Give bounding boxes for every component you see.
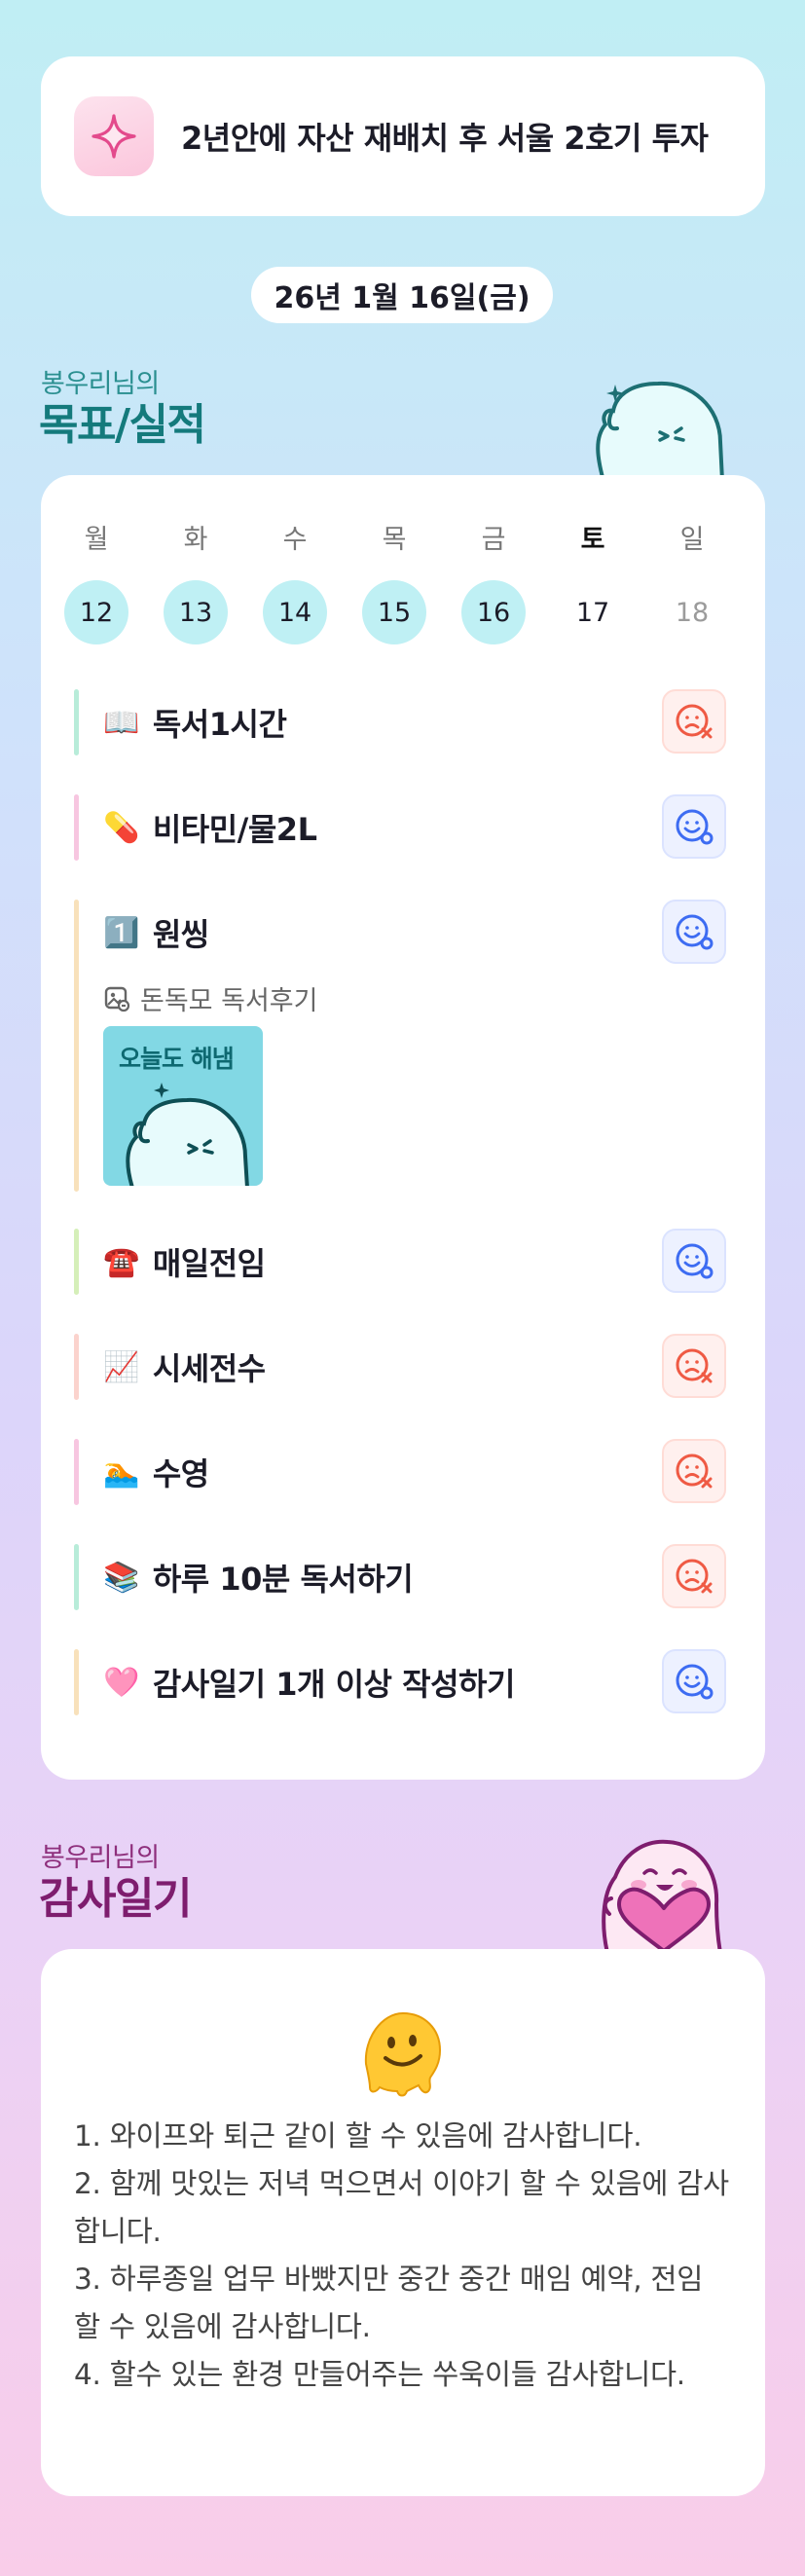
- day-label: 토: [580, 525, 605, 555]
- day-number: 14: [263, 580, 327, 644]
- day-number: 18: [675, 597, 710, 628]
- task-label: 독서1시간: [152, 706, 287, 743]
- task-label: 매일전임: [152, 1245, 266, 1282]
- goal-card[interactable]: 2년안에 자산 재배치 후 서울 2호기 투자: [41, 56, 765, 216]
- day-number: 17: [575, 597, 610, 628]
- task-item[interactable]: 📖 독서1시간: [74, 689, 726, 755]
- task-color-bar: [74, 1649, 79, 1715]
- task-emoji: 🏊: [103, 1454, 139, 1490]
- task-item[interactable]: 📚 하루 10분 독서하기: [74, 1544, 726, 1610]
- task-label: 하루 10분 독서하기: [152, 1561, 414, 1598]
- task-item[interactable]: 💊 비타민/물2L: [74, 794, 726, 861]
- day-col-wed[interactable]: 수 14: [263, 524, 327, 644]
- day-col-sat[interactable]: 토 17: [561, 524, 625, 644]
- day-label: 화: [183, 525, 208, 555]
- task-label: 비타민/물2L: [152, 811, 317, 848]
- task-item[interactable]: 1️⃣ 원씽 돈독모 독서후기 오늘도 해냄: [74, 900, 726, 1192]
- sparkle-icon: [74, 96, 154, 176]
- success-face-icon[interactable]: [662, 900, 726, 964]
- day-col-mon[interactable]: 월 12: [64, 524, 128, 644]
- task-color-bar: [74, 1544, 79, 1610]
- day-label: 수: [282, 525, 308, 555]
- fail-face-icon[interactable]: [662, 1544, 726, 1608]
- image-icon: [104, 986, 130, 1012]
- task-color-bar: [74, 794, 79, 861]
- task-title: 🏊 수영: [103, 1439, 209, 1505]
- day-col-fri[interactable]: 금 16: [461, 524, 526, 644]
- day-number: 15: [362, 580, 426, 644]
- fail-face-icon[interactable]: [662, 1334, 726, 1398]
- task-color-bar: [74, 1229, 79, 1295]
- task-title: 📖 독서1시간: [103, 689, 287, 755]
- task-emoji: 📈: [103, 1349, 139, 1384]
- task-title: 🩷 감사일기 1개 이상 작성하기: [103, 1649, 515, 1715]
- date-pill[interactable]: 26년 1월 16일(금): [251, 267, 553, 323]
- heart-ghost-mascot: [580, 1826, 736, 1951]
- task-label: 감사일기 1개 이상 작성하기: [152, 1666, 516, 1703]
- task-label: 수영: [152, 1455, 209, 1492]
- day-col-tue[interactable]: 화 13: [164, 524, 228, 644]
- task-item[interactable]: ☎️ 매일전임: [74, 1229, 726, 1295]
- task-emoji: ☎️: [103, 1244, 139, 1279]
- gratitude-card: 1. 와이프와 퇴근 같이 할 수 있음에 감사합니다. 2. 함께 맛있는 저…: [41, 1949, 765, 2496]
- task-emoji: 🩷: [103, 1665, 139, 1700]
- day-number: 16: [461, 580, 526, 644]
- day-col-sun[interactable]: 일 18: [660, 524, 724, 644]
- task-color-bar: [74, 1334, 79, 1400]
- day-number: 12: [64, 580, 128, 644]
- task-item[interactable]: 🏊 수영: [74, 1439, 726, 1505]
- subtask-label: 돈독모 독서후기: [140, 986, 318, 1016]
- success-face-icon[interactable]: [662, 1229, 726, 1293]
- task-title: 1️⃣ 원씽: [103, 900, 209, 966]
- goal-text: 2년안에 자산 재배치 후 서울 2호기 투자: [181, 120, 709, 157]
- gratitude-entry: 1. 와이프와 퇴근 같이 할 수 있음에 감사합니다.: [74, 2119, 642, 2153]
- gratitude-entry: 3. 하루종일 업무 바빴지만 중간 중간 매임 예약, 전임 할 수 있음에 …: [74, 2263, 704, 2343]
- gratitude-entry: 2. 함께 맛있는 저녁 먹으면서 이야기 할 수 있음에 감사합니다.: [74, 2167, 729, 2248]
- day-col-thu[interactable]: 목 15: [362, 524, 426, 644]
- task-title: 💊 비타민/물2L: [103, 794, 317, 861]
- task-emoji: 1️⃣: [103, 915, 139, 950]
- day-label: 일: [679, 525, 705, 555]
- success-face-icon[interactable]: [662, 1649, 726, 1713]
- day-label: 목: [382, 525, 407, 555]
- ghost-illustration: [126, 1083, 249, 1186]
- gratitude-section-title: 감사일기: [39, 1874, 192, 1924]
- task-color-bar: [74, 689, 79, 755]
- task-title: 📈 시세전수: [103, 1334, 266, 1400]
- day-number: 13: [164, 580, 228, 644]
- task-item[interactable]: 📈 시세전수: [74, 1334, 726, 1400]
- task-color-bar: [74, 900, 79, 1192]
- waving-ghost-mascot: [584, 352, 730, 479]
- day-label: 월: [84, 525, 109, 555]
- task-emoji: 📖: [103, 705, 139, 740]
- task-title: 📚 하루 10분 독서하기: [103, 1544, 414, 1610]
- task-emoji: 📚: [103, 1560, 139, 1595]
- task-color-bar: [74, 1439, 79, 1505]
- goals-card: 월 12 화 13 수 14 목 15 금 16 토 17 일 18 📖 독서1…: [41, 475, 765, 1780]
- success-face-icon[interactable]: [662, 794, 726, 859]
- task-emoji: 💊: [103, 810, 139, 845]
- fail-face-icon[interactable]: [662, 689, 726, 754]
- proof-image-text: 오늘도 해냄: [119, 1045, 235, 1073]
- task-title: ☎️ 매일전임: [103, 1229, 266, 1295]
- gratitude-entries: 1. 와이프와 퇴근 같이 할 수 있음에 감사합니다. 2. 함께 맛있는 저…: [74, 2113, 736, 2399]
- fail-face-icon[interactable]: [662, 1439, 726, 1503]
- melting-face-emoji: [360, 2009, 446, 2099]
- task-item[interactable]: 🩷 감사일기 1개 이상 작성하기: [74, 1649, 726, 1715]
- proof-image-thumbnail[interactable]: 오늘도 해냄: [103, 1026, 263, 1186]
- subtask-row[interactable]: 돈독모 독서후기: [103, 979, 317, 1017]
- task-label: 원씽: [152, 916, 209, 953]
- gratitude-entry: 4. 할수 있는 환경 만들어주는 쑤욱이들 감사합니다.: [74, 2358, 685, 2391]
- day-label: 금: [481, 525, 506, 555]
- task-label: 시세전수: [152, 1350, 266, 1387]
- goals-section-title: 목표/실적: [39, 400, 206, 450]
